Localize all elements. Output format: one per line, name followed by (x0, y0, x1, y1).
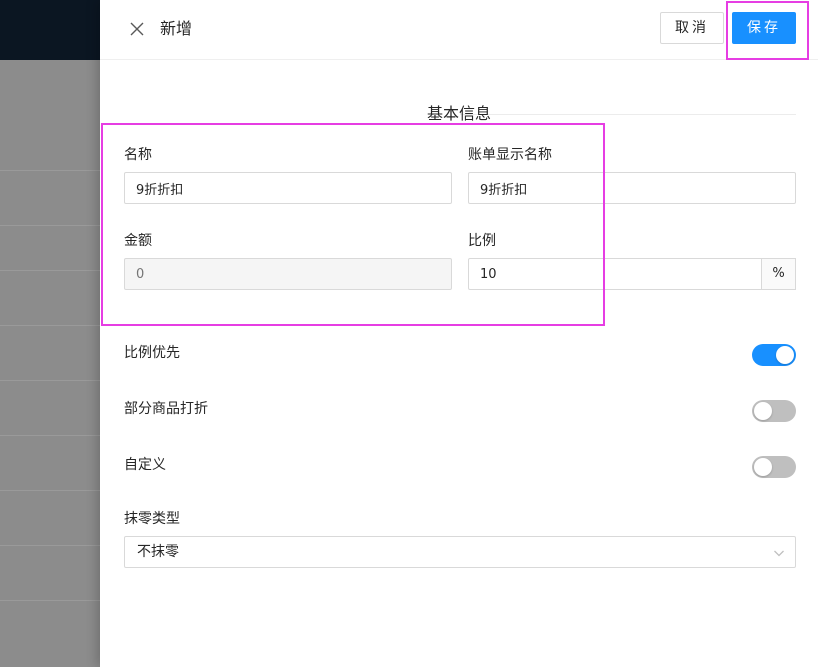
drawer-title: 新增 (160, 19, 193, 38)
partial-discount-switch[interactable] (752, 400, 796, 422)
toggle-label-partial-discount: 部分商品打折 (124, 401, 208, 417)
ratio-percent-suffix: % (762, 258, 796, 290)
toggle-label-ratio-priority: 比例优先 (124, 345, 180, 361)
name-input[interactable] (124, 172, 452, 204)
chevron-down-icon (773, 547, 785, 559)
custom-switch[interactable] (752, 456, 796, 478)
background-row-divider (0, 545, 100, 546)
background-row-divider (0, 380, 100, 381)
background-topbar (0, 0, 100, 60)
switch-knob (754, 402, 772, 420)
bill-name-input[interactable] (468, 172, 796, 204)
background-row-divider (0, 435, 100, 436)
background-row-divider (0, 490, 100, 491)
bill-name-label: 账单显示名称 (468, 147, 552, 163)
background-row-divider (0, 325, 100, 326)
background-row-divider (0, 270, 100, 271)
switch-knob (776, 346, 794, 364)
amount-label: 金额 (124, 233, 152, 249)
name-label: 名称 (124, 147, 152, 163)
save-button[interactable]: 保存 (732, 12, 796, 44)
background-row-divider (0, 225, 100, 226)
amount-input (124, 258, 452, 290)
background-page (0, 0, 100, 667)
rounding-type-value: 不抹零 (137, 544, 179, 560)
add-drawer: 新增 取消 保存 基本信息 名称 账单显示名称 金额 比例 % 比例优先 部分商… (100, 0, 818, 667)
toggle-label-custom: 自定义 (124, 457, 166, 473)
drawer-header: 新增 取消 保存 (100, 0, 818, 60)
rounding-type-select[interactable]: 不抹零 (124, 536, 796, 568)
close-button[interactable] (126, 18, 148, 40)
ratio-label: 比例 (468, 233, 496, 249)
background-row-divider (0, 170, 100, 171)
cancel-button[interactable]: 取消 (660, 12, 724, 44)
close-icon (130, 22, 144, 36)
background-row-divider (0, 600, 100, 601)
ratio-priority-switch[interactable] (752, 344, 796, 366)
section-title: 基本信息 (426, 104, 491, 123)
ratio-input[interactable] (468, 258, 762, 290)
switch-knob (754, 458, 772, 476)
rounding-type-label: 抹零类型 (124, 511, 180, 527)
